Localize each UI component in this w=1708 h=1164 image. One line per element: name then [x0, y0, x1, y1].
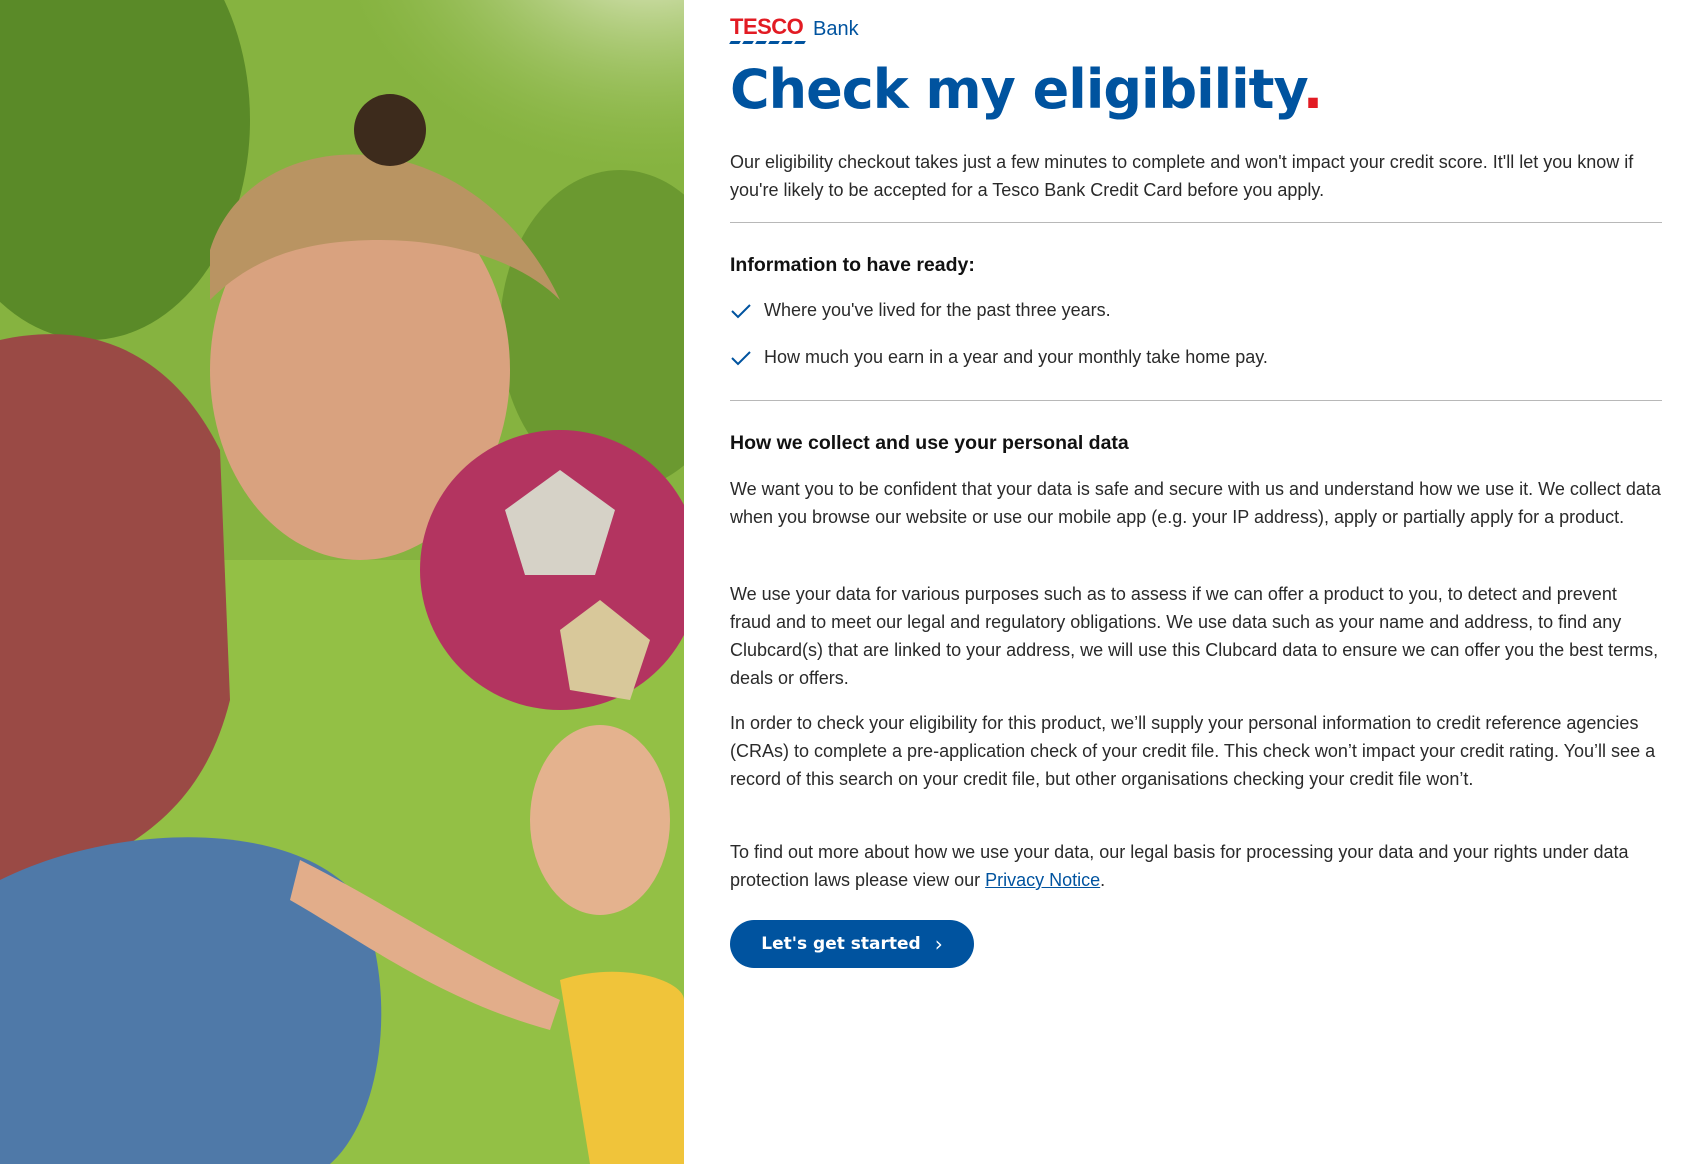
divider: [730, 400, 1662, 401]
tesco-stripes-logo-mark: [729, 41, 806, 44]
privacy-paragraph: To find out more about how we use your d…: [730, 838, 1662, 894]
data-section-heading: How we collect and use your personal dat…: [730, 432, 1129, 454]
bank-wordmark: Bank: [813, 18, 859, 40]
chevron-right-icon: ›: [934, 932, 943, 956]
checklist-item-text: Where you've lived for the past three ye…: [764, 300, 1111, 320]
privacy-suffix: .: [1100, 870, 1106, 890]
page-title-text: Check my eligibility: [730, 58, 1304, 121]
checkmark-icon: [731, 303, 751, 318]
privacy-notice-link[interactable]: Privacy Notice: [985, 870, 1100, 890]
checklist-item: How much you earn in a year and your mon…: [730, 347, 1268, 368]
cta-label: Let's get started: [761, 934, 921, 954]
lets-get-started-button[interactable]: Let's get started ›: [730, 920, 974, 968]
data-paragraph: We use your data for various purposes su…: [730, 584, 1659, 688]
checklist-item: Where you've lived for the past three ye…: [730, 300, 1111, 321]
tesco-bank-logo[interactable]: TESCO Bank: [729, 14, 859, 44]
checklist-item-text: How much you earn in a year and your mon…: [764, 347, 1268, 367]
privacy-text: To find out more about how we use your d…: [730, 842, 1629, 890]
tesco-wordmark-text: TESCO: [730, 14, 804, 39]
intro-text: Our eligibility checkout takes just a fe…: [730, 152, 1634, 200]
info-section-heading: Information to have ready:: [730, 254, 975, 276]
divider: [730, 222, 1662, 223]
checkmark-icon: [731, 350, 751, 365]
data-paragraph: We want you to be confident that your da…: [730, 479, 1661, 527]
data-paragraph: In order to check your eligibility for t…: [730, 713, 1656, 789]
hero-photo: [0, 0, 684, 1164]
title-dot: .: [1302, 58, 1323, 121]
page-title: Check my eligibility.: [730, 58, 1323, 121]
hero-illustration: [0, 0, 684, 1164]
tesco-wordmark: TESCO: [729, 14, 806, 44]
